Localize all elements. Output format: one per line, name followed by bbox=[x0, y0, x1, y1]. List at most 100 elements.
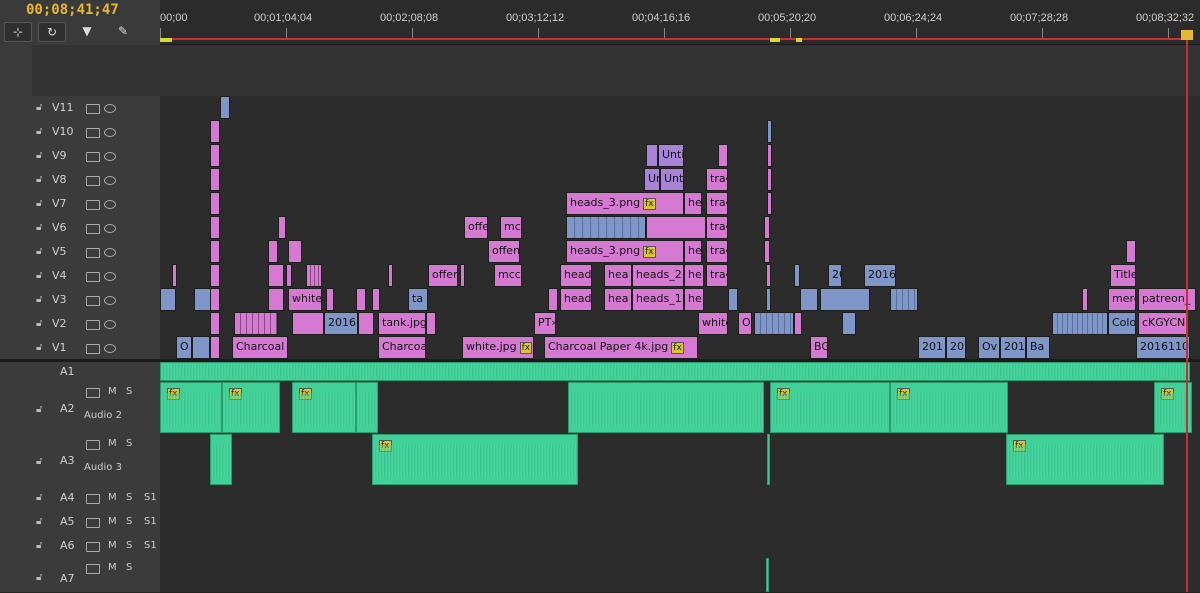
clip[interactable] bbox=[1082, 288, 1088, 311]
lock-icon[interactable]: 🔓︎ bbox=[36, 294, 42, 305]
clip[interactable]: white bbox=[698, 312, 728, 335]
camera-icon[interactable] bbox=[86, 224, 100, 234]
playhead-handle[interactable] bbox=[1181, 30, 1193, 40]
clip[interactable] bbox=[278, 216, 286, 239]
clip[interactable]: he bbox=[684, 240, 702, 263]
track-lane-v1[interactable]: O Charcoal Charcoa white.jpg fx Charcoal … bbox=[160, 336, 1200, 361]
track-header-v3[interactable]: 🔓︎ V3 bbox=[0, 288, 160, 313]
clip[interactable] bbox=[548, 288, 558, 311]
solo-button[interactable]: S bbox=[126, 540, 132, 551]
clip[interactable] bbox=[426, 312, 436, 335]
lock-icon[interactable]: 🔓︎ bbox=[36, 270, 42, 281]
clip[interactable] bbox=[372, 288, 380, 311]
track-header-v8[interactable]: 🔓︎ V8 bbox=[0, 168, 160, 193]
track-header-a4[interactable]: 🔓︎ A4 M S S1 bbox=[0, 486, 160, 511]
camera-icon[interactable] bbox=[86, 248, 100, 258]
lock-icon[interactable]: 🔓︎ bbox=[36, 572, 42, 583]
clip[interactable]: trac bbox=[706, 168, 728, 191]
clip[interactable] bbox=[210, 288, 220, 311]
track-lane-v2[interactable]: 2016 tank.jpg PT› white O Colo cKGYCN bbox=[160, 312, 1200, 337]
clip[interactable]: ta bbox=[408, 288, 428, 311]
track-lane-a7[interactable] bbox=[160, 558, 1200, 593]
audio-clip[interactable]: fx bbox=[372, 434, 578, 485]
lock-icon[interactable]: 🔓︎ bbox=[36, 342, 42, 353]
clip[interactable]: Unti bbox=[660, 168, 684, 191]
audio-clip[interactable]: fx bbox=[292, 382, 356, 433]
clip[interactable] bbox=[210, 336, 220, 359]
clip[interactable]: BG bbox=[810, 336, 828, 359]
clip[interactable]: Charcoal bbox=[232, 336, 288, 359]
clip[interactable]: 2016110 bbox=[1136, 336, 1190, 359]
clip[interactable] bbox=[820, 288, 870, 311]
audio-clip[interactable]: fx bbox=[222, 382, 280, 433]
clip[interactable]: tank.jpg bbox=[378, 312, 426, 335]
mute-button[interactable]: M bbox=[108, 438, 117, 449]
clip[interactable]: he bbox=[684, 264, 704, 287]
track-lane-v7[interactable]: heads_3.pngfx he trac bbox=[160, 192, 1200, 217]
clip[interactable] bbox=[646, 216, 706, 239]
track-lane-a4[interactable] bbox=[160, 486, 1200, 511]
camera-icon[interactable] bbox=[86, 272, 100, 282]
track-header-a2[interactable]: 🔓︎ A2 M S Audio 2 bbox=[0, 382, 160, 435]
lock-icon[interactable]: 🔓︎ bbox=[36, 456, 42, 467]
clip[interactable] bbox=[210, 192, 220, 215]
clip[interactable]: offe bbox=[464, 216, 488, 239]
clip[interactable]: 20 bbox=[946, 336, 966, 359]
clip-group[interactable] bbox=[890, 288, 918, 311]
timecode-display[interactable]: 00;08;41;47 bbox=[26, 2, 119, 18]
clip[interactable]: offer bbox=[428, 264, 458, 287]
clip[interactable]: white bbox=[288, 288, 322, 311]
clip-group[interactable] bbox=[234, 312, 278, 335]
clip[interactable] bbox=[210, 264, 220, 287]
track-lane-v6[interactable]: offe mc trac bbox=[160, 216, 1200, 241]
clip[interactable] bbox=[210, 144, 220, 167]
eye-icon[interactable] bbox=[104, 344, 116, 353]
clip[interactable] bbox=[160, 288, 176, 311]
track-header-v9[interactable]: 🔓︎ V9 bbox=[0, 144, 160, 169]
track-lane-a5[interactable] bbox=[160, 510, 1200, 535]
snap-icon[interactable]: ⊹ bbox=[4, 22, 32, 42]
track-header-a6[interactable]: 🔓︎ A6 M S S1 bbox=[0, 534, 160, 559]
lock-icon[interactable]: 🔓︎ bbox=[36, 198, 42, 209]
track-lane-a6[interactable] bbox=[160, 534, 1200, 559]
mute-button[interactable]: M bbox=[108, 492, 117, 503]
lock-icon[interactable]: 🔓︎ bbox=[36, 492, 42, 503]
audio-clip[interactable] bbox=[210, 434, 232, 485]
lock-icon[interactable]: 🔓︎ bbox=[36, 540, 42, 551]
track-lane-v8[interactable]: Un Unti trac bbox=[160, 168, 1200, 193]
camera-icon[interactable] bbox=[86, 542, 100, 552]
camera-icon[interactable] bbox=[86, 200, 100, 210]
eye-icon[interactable] bbox=[104, 104, 116, 113]
clip[interactable]: Charcoal Paper 4k.jpg fx bbox=[544, 336, 698, 359]
camera-icon[interactable] bbox=[86, 176, 100, 186]
track-header-v5[interactable]: 🔓︎ V5 bbox=[0, 240, 160, 265]
mute-button[interactable]: M bbox=[108, 386, 117, 397]
clip[interactable]: trac bbox=[706, 216, 728, 239]
track-header-v11[interactable]: 🔓︎ V11 bbox=[0, 96, 160, 121]
track-lane-v10[interactable] bbox=[160, 120, 1200, 145]
track-lane-v4[interactable]: offer mcc head hea heads_2. he trac 20 2… bbox=[160, 264, 1200, 289]
clip[interactable]: O bbox=[738, 312, 752, 335]
camera-icon[interactable] bbox=[86, 388, 100, 398]
audio-clip[interactable]: fx bbox=[160, 382, 222, 433]
clip[interactable] bbox=[388, 264, 393, 287]
clip[interactable]: Ov bbox=[978, 336, 1000, 359]
clip-group[interactable] bbox=[1052, 312, 1108, 335]
submix-button[interactable]: S1 bbox=[144, 516, 157, 527]
clip[interactable] bbox=[172, 264, 177, 287]
clip[interactable] bbox=[800, 288, 818, 311]
camera-icon[interactable] bbox=[86, 440, 100, 450]
camera-icon[interactable] bbox=[86, 128, 100, 138]
eye-icon[interactable] bbox=[104, 296, 116, 305]
clip[interactable] bbox=[288, 240, 302, 263]
audio-clip[interactable]: fx bbox=[770, 382, 890, 433]
eye-icon[interactable] bbox=[104, 200, 116, 209]
track-header-v4[interactable]: 🔓︎ V4 bbox=[0, 264, 160, 289]
eye-icon[interactable] bbox=[104, 320, 116, 329]
clip[interactable] bbox=[764, 216, 770, 239]
clip[interactable] bbox=[210, 120, 220, 143]
clip[interactable]: Colo bbox=[1108, 312, 1136, 335]
clip[interactable] bbox=[728, 288, 738, 311]
clip[interactable] bbox=[794, 312, 802, 335]
clip[interactable]: merc bbox=[1108, 288, 1136, 311]
